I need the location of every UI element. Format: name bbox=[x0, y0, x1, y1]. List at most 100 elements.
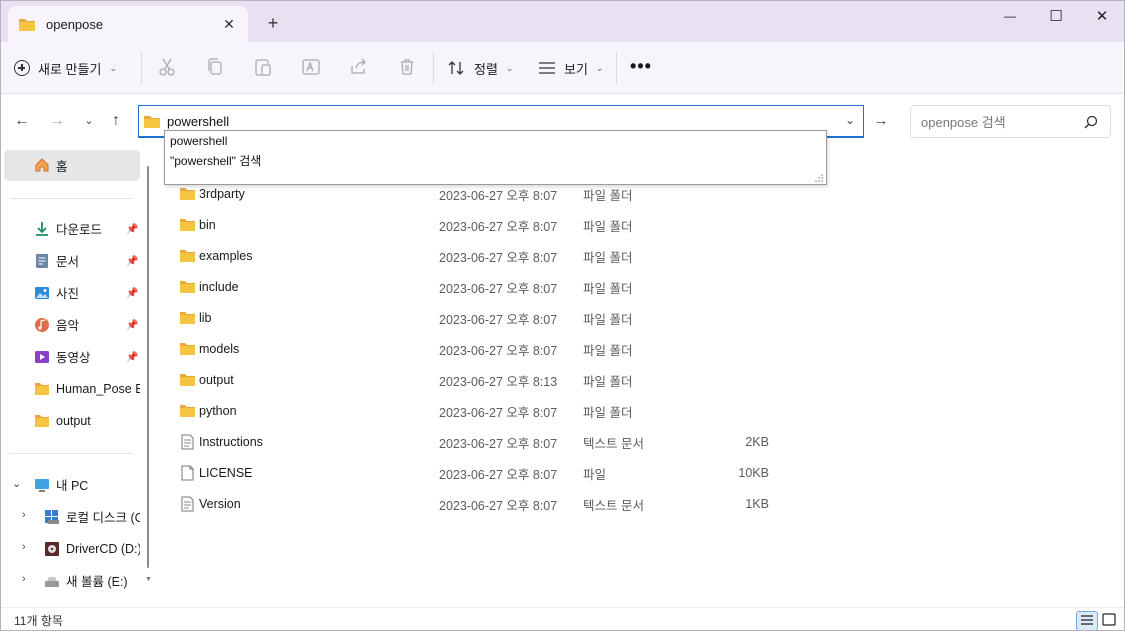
file-row[interactable]: LICENSE 2023-06-27 오후 8:07 파일 10KB bbox=[173, 459, 1103, 487]
address-dropdown-chevron-icon[interactable]: ⌄ bbox=[845, 113, 855, 127]
recent-locations-chevron-icon[interactable]: ⌄ bbox=[78, 110, 100, 132]
file-row[interactable]: bin 2023-06-27 오후 8:07 파일 폴더 bbox=[173, 211, 1103, 239]
minimize-button[interactable]: — bbox=[987, 0, 1033, 32]
file-row[interactable]: lib 2023-06-27 오후 8:07 파일 폴더 bbox=[173, 304, 1103, 332]
sidebar-item-music[interactable]: 음악 bbox=[4, 309, 140, 340]
resize-grip-icon[interactable] bbox=[815, 174, 823, 182]
sort-label: 정렬 bbox=[474, 61, 498, 77]
file-name: lib bbox=[199, 311, 212, 325]
sidebar-item-label: Human_Pose Es bbox=[56, 381, 140, 396]
tab-openpose[interactable]: openpose ✕ bbox=[8, 6, 248, 42]
sort-button[interactable]: 정렬 ⌄ bbox=[448, 54, 513, 82]
sidebar-item-output[interactable]: output bbox=[4, 405, 140, 436]
sidebar-item-volume-e[interactable]: 새 볼륨 (E:) bbox=[4, 565, 140, 596]
computer-icon bbox=[35, 479, 49, 492]
folder-icon bbox=[180, 281, 195, 293]
file-list: 3rdparty 2023-06-27 오후 8:07 파일 폴더 bin 20… bbox=[163, 150, 1125, 607]
file-type: 파일 폴더 bbox=[583, 374, 633, 389]
folder-icon bbox=[180, 219, 195, 231]
search-input[interactable]: openpose 검색 bbox=[921, 112, 1006, 131]
chevron-down-icon: ⌄ bbox=[505, 62, 514, 73]
share-icon[interactable] bbox=[349, 57, 369, 77]
file-row[interactable]: python 2023-06-27 오후 8:07 파일 폴더 bbox=[173, 397, 1103, 425]
file-size: 2KB bbox=[745, 435, 769, 449]
file-row[interactable]: output 2023-06-27 오후 8:13 파일 폴더 bbox=[173, 366, 1103, 394]
sidebar-item-videos[interactable]: 동영상 bbox=[4, 341, 140, 372]
file-name: examples bbox=[199, 249, 253, 263]
file-type: 파일 폴더 bbox=[583, 312, 633, 327]
tiles-view-button[interactable] bbox=[1099, 611, 1121, 631]
file-type: 파일 bbox=[583, 467, 607, 482]
sidebar-item-drivercd-d[interactable]: DriverCD (D:) bbox=[4, 533, 140, 564]
back-arrow-icon[interactable]: ← bbox=[11, 110, 33, 132]
pin-icon[interactable]: 📌 bbox=[126, 224, 138, 235]
autocomplete-item[interactable]: powershell bbox=[170, 134, 227, 148]
more-options-button[interactable]: ••• bbox=[628, 54, 654, 82]
file-type: 파일 폴더 bbox=[583, 405, 633, 420]
pin-icon[interactable]: 📌 bbox=[126, 256, 138, 267]
file-row[interactable]: Instructions 2023-06-27 오후 8:07 텍스트 문서 2… bbox=[173, 428, 1103, 456]
copy-icon[interactable] bbox=[205, 57, 225, 77]
maximize-button[interactable]: ☐ bbox=[1033, 0, 1079, 32]
cut-icon[interactable] bbox=[157, 57, 177, 77]
local-disk-icon bbox=[45, 510, 59, 524]
pin-icon[interactable]: 📌 bbox=[126, 320, 138, 331]
pin-icon[interactable]: 📌 bbox=[126, 288, 138, 299]
file-size: 10KB bbox=[738, 466, 769, 480]
tab-close-icon[interactable]: ✕ bbox=[220, 15, 238, 33]
file-date: 2023-06-27 오후 8:07 bbox=[439, 281, 558, 296]
folder-icon bbox=[35, 415, 49, 427]
sidebar-item-pictures[interactable]: 사진 bbox=[4, 277, 140, 308]
file-type: 파일 폴더 bbox=[583, 343, 633, 358]
sidebar-item-local-disk-c[interactable]: 로컬 디스크 (C bbox=[4, 501, 140, 532]
address-input[interactable]: powershell bbox=[167, 114, 229, 129]
sidebar-item-label: DriverCD (D:) bbox=[66, 541, 140, 556]
up-arrow-icon[interactable]: ↑ bbox=[105, 110, 127, 132]
sidebar-item-label: 동영상 bbox=[56, 351, 91, 365]
delete-icon[interactable] bbox=[397, 57, 417, 77]
sidebar-item-label: 내 PC bbox=[56, 479, 89, 493]
sidebar-item-documents[interactable]: 문서 bbox=[4, 245, 140, 276]
rename-icon[interactable] bbox=[301, 57, 321, 77]
sidebar-item-human-pose[interactable]: Human_Pose Es bbox=[4, 373, 140, 404]
file-date: 2023-06-27 오후 8:07 bbox=[439, 405, 558, 420]
details-view-button[interactable] bbox=[1076, 611, 1098, 631]
sidebar-item-this-pc[interactable]: 내 PC bbox=[4, 469, 140, 500]
sidebar-item-downloads[interactable]: 다운로드 bbox=[4, 213, 140, 244]
paste-icon[interactable] bbox=[253, 57, 273, 77]
file-type: 파일 폴더 bbox=[583, 281, 633, 296]
forward-arrow-icon[interactable]: → bbox=[46, 110, 68, 132]
view-button[interactable]: 보기 ⌄ bbox=[538, 54, 603, 82]
document-icon bbox=[36, 254, 48, 268]
file-row[interactable]: examples 2023-06-27 오후 8:07 파일 폴더 bbox=[173, 242, 1103, 270]
tab-title: openpose bbox=[46, 16, 104, 32]
view-list-icon bbox=[539, 62, 555, 74]
folder-icon bbox=[19, 18, 35, 31]
sidebar-item-label: 음악 bbox=[56, 319, 80, 333]
new-button[interactable]: 새로 만들기 ⌄ bbox=[14, 54, 117, 82]
file-name: output bbox=[199, 373, 234, 387]
pin-icon[interactable]: 📌 bbox=[126, 352, 138, 363]
file-date: 2023-06-27 오후 8:07 bbox=[439, 312, 558, 327]
file-row[interactable]: Version 2023-06-27 오후 8:07 텍스트 문서 1KB bbox=[173, 490, 1103, 518]
new-button-label: 새로 만들기 bbox=[38, 61, 102, 77]
sidebar-item-home[interactable]: 홈 bbox=[4, 150, 140, 181]
file-row[interactable]: include 2023-06-27 오후 8:07 파일 폴더 bbox=[173, 273, 1103, 301]
command-bar: 새로 만들기 ⌄ 정렬 ⌄ 보기 ⌄ ••• bbox=[0, 42, 1125, 94]
sidebar-scrollbar[interactable]: ▼ bbox=[145, 166, 152, 583]
file-name: models bbox=[199, 342, 240, 356]
scrollbar-thumb[interactable] bbox=[147, 166, 149, 568]
new-tab-button[interactable]: + bbox=[262, 12, 284, 34]
file-row[interactable]: models 2023-06-27 오후 8:07 파일 폴더 bbox=[173, 335, 1103, 363]
close-button[interactable]: ✕ bbox=[1079, 0, 1125, 32]
search-icon[interactable] bbox=[1084, 115, 1098, 129]
music-icon bbox=[35, 318, 49, 332]
go-arrow-icon[interactable]: → bbox=[868, 108, 894, 134]
search-box[interactable]: openpose 검색 bbox=[910, 105, 1111, 138]
file-date: 2023-06-27 오후 8:07 bbox=[439, 498, 558, 513]
autocomplete-item[interactable]: "powershell" 검색 bbox=[170, 152, 261, 169]
text-document-icon bbox=[181, 434, 194, 450]
file-type: 파일 폴더 bbox=[583, 219, 633, 234]
scroll-down-icon[interactable]: ▼ bbox=[145, 576, 152, 583]
sidebar-item-label: 문서 bbox=[56, 255, 80, 269]
